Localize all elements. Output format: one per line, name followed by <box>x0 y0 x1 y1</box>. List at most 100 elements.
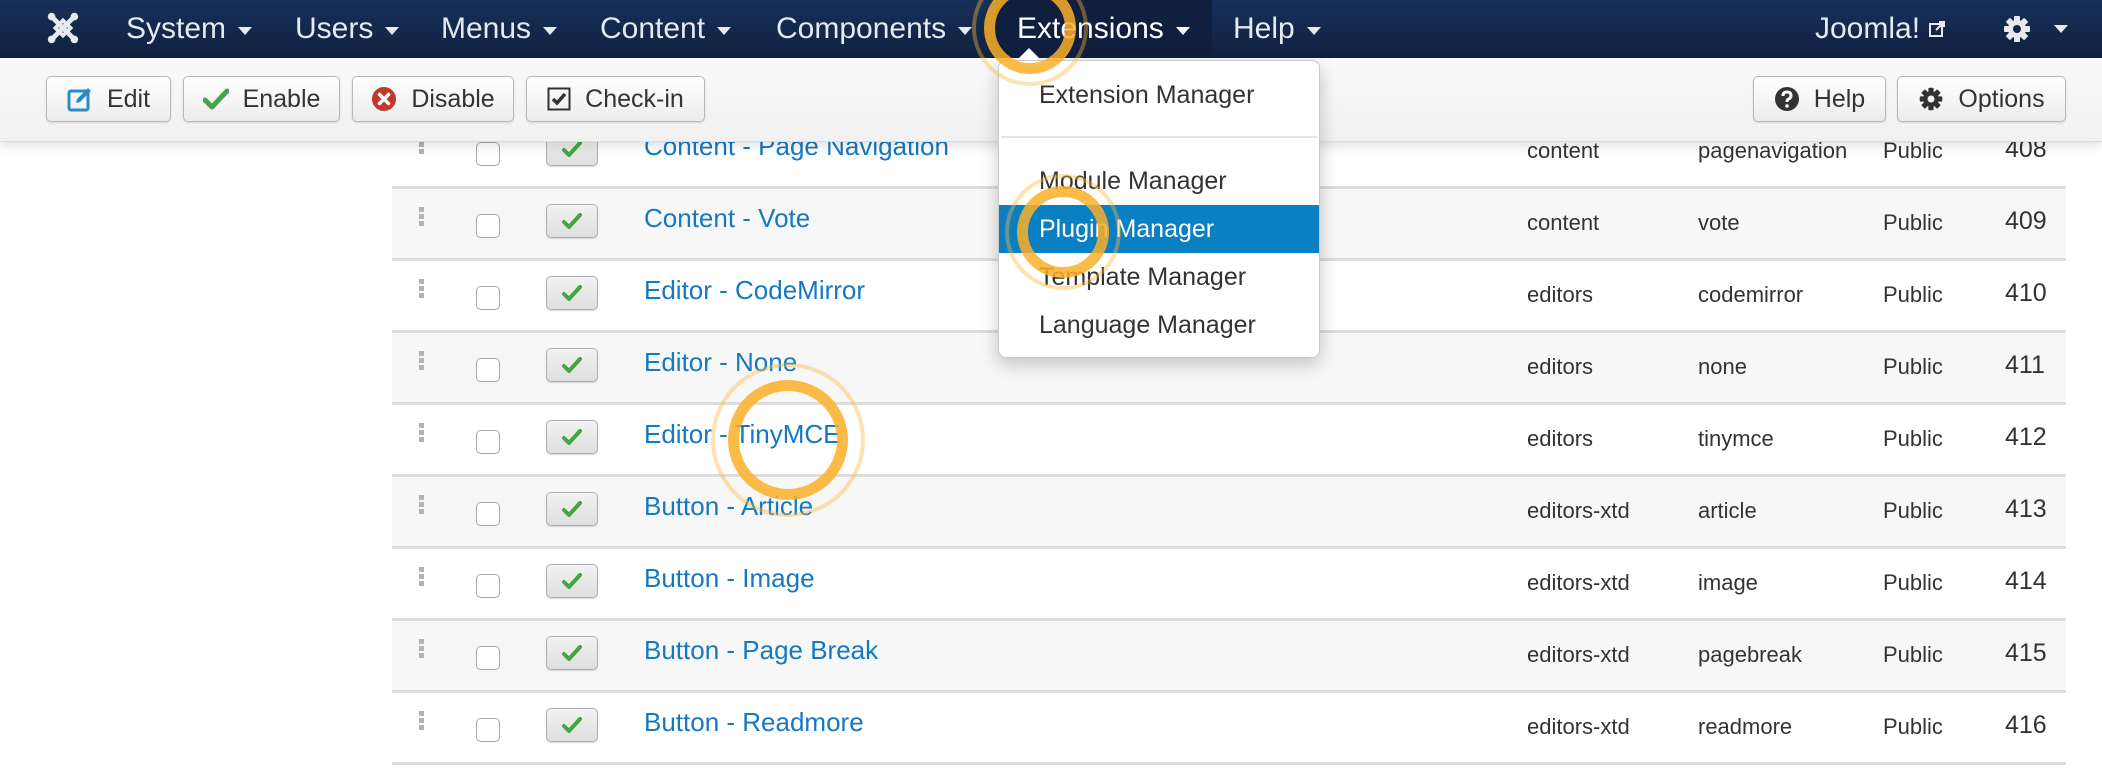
plugin-folder: editors <box>1527 354 1594 379</box>
nav-system[interactable]: System <box>126 0 253 58</box>
plugin-id: 413 <box>2005 495 2047 523</box>
plugin-name-link[interactable]: Editor - TinyMCE <box>644 419 841 450</box>
plugin-folder: editors-xtd <box>1527 714 1630 739</box>
gear-icon <box>2004 16 2030 42</box>
check-icon <box>562 429 582 445</box>
nav-components[interactable]: Components <box>776 0 973 58</box>
menu-item-language-manager[interactable]: Language Manager <box>999 301 1319 349</box>
plugin-name-link[interactable]: Button - Article <box>644 491 813 522</box>
plugin-id: 410 <box>2005 279 2047 307</box>
enabled-toggle-button[interactable] <box>546 708 598 742</box>
drag-handle-icon[interactable] <box>419 495 424 515</box>
help-button[interactable]: Help <box>1753 76 1886 122</box>
enabled-toggle-button[interactable] <box>546 348 598 382</box>
plugin-id: 415 <box>2005 639 2047 667</box>
enabled-toggle-button[interactable] <box>546 492 598 526</box>
menu-item-plugin-manager[interactable]: Plugin Manager <box>999 205 1319 253</box>
check-in-button[interactable]: Check-in <box>526 76 705 122</box>
plugin-access: Public <box>1883 570 1943 595</box>
drag-handle-icon[interactable] <box>419 423 424 443</box>
plugin-element: readmore <box>1698 714 1793 739</box>
drag-handle-icon[interactable] <box>419 351 424 371</box>
row-checkbox[interactable] <box>476 358 500 382</box>
plugin-access: Public <box>1883 642 1943 667</box>
plugin-name-link[interactable]: Button - Readmore <box>644 707 864 738</box>
drag-handle-icon[interactable] <box>419 279 424 299</box>
nav-menus[interactable]: Menus <box>441 0 558 58</box>
row-checkbox[interactable] <box>476 646 500 670</box>
enable-button-label: Enable <box>242 84 321 113</box>
plugin-id: 409 <box>2005 207 2047 235</box>
menu-divider <box>1001 136 1317 138</box>
external-link-icon <box>1929 21 1946 37</box>
nav-help-label: Help <box>1233 12 1295 45</box>
nav-menus-label: Menus <box>441 12 532 45</box>
drag-handle-icon[interactable] <box>419 567 424 587</box>
close-circle-icon <box>372 87 397 111</box>
row-checkbox[interactable] <box>476 430 500 454</box>
check-icon <box>562 141 582 157</box>
options-button[interactable]: Options <box>1897 76 2066 122</box>
menu-item-module-manager[interactable]: Module Manager <box>999 157 1319 205</box>
plugin-access: Public <box>1883 426 1943 451</box>
plugin-id: 416 <box>2005 711 2047 739</box>
caret-down-icon <box>2054 25 2068 33</box>
enabled-toggle-button[interactable] <box>546 204 598 238</box>
checkbox-icon <box>547 87 571 111</box>
disable-button[interactable]: Disable <box>352 76 514 122</box>
drag-handle-icon[interactable] <box>419 711 424 731</box>
plugin-name-link[interactable]: Editor - CodeMirror <box>644 275 865 306</box>
row-checkbox[interactable] <box>476 142 500 166</box>
check-icon <box>562 357 582 373</box>
row-checkbox[interactable] <box>476 574 500 598</box>
caret-down-icon <box>385 26 400 35</box>
caret-down-icon <box>1175 26 1190 35</box>
enable-button[interactable]: Enable <box>183 76 340 122</box>
menu-item-label: Module Manager <box>1039 166 1227 195</box>
check-icon <box>202 88 229 110</box>
row-checkbox[interactable] <box>476 502 500 526</box>
site-link[interactable]: Joomla! <box>1815 0 1946 58</box>
menu-item-label: Extension Manager <box>1039 80 1255 109</box>
check-icon <box>562 501 582 517</box>
plugin-access: Public <box>1883 210 1943 235</box>
menu-item-label: Plugin Manager <box>1039 214 1215 243</box>
caret-down-icon <box>543 26 558 35</box>
plugin-access: Public <box>1883 354 1943 379</box>
plugin-access: Public <box>1883 714 1943 739</box>
plugin-folder: editors <box>1527 282 1594 307</box>
plugin-name-link[interactable]: Content - Vote <box>644 203 810 234</box>
row-checkbox[interactable] <box>476 214 500 238</box>
drag-handle-icon[interactable] <box>419 639 424 659</box>
table-row: Button - Readmore editors-xtd readmore P… <box>392 693 2066 765</box>
enabled-toggle-button[interactable] <box>546 420 598 454</box>
edit-button[interactable]: Edit <box>46 76 171 122</box>
enabled-toggle-button[interactable] <box>546 564 598 598</box>
plugin-name-link[interactable]: Editor - None <box>644 347 797 378</box>
nav-help[interactable]: Help <box>1233 0 1321 58</box>
plugin-element: tinymce <box>1698 426 1774 451</box>
nav-components-label: Components <box>776 12 947 45</box>
caret-down-icon <box>238 26 253 35</box>
plugin-folder: editors <box>1527 426 1594 451</box>
drag-handle-icon[interactable] <box>419 207 424 227</box>
nav-users[interactable]: Users <box>295 0 400 58</box>
gear-icon <box>1920 87 1943 111</box>
enabled-toggle-button[interactable] <box>546 276 598 310</box>
row-checkbox[interactable] <box>476 286 500 310</box>
plugin-name-link[interactable]: Button - Image <box>644 563 815 594</box>
plugin-name-link[interactable]: Button - Page Break <box>644 635 878 666</box>
menu-item-template-manager[interactable]: Template Manager <box>999 253 1319 301</box>
settings-menu[interactable] <box>2002 0 2068 58</box>
nav-content[interactable]: Content <box>600 0 732 58</box>
menu-item-extension-manager[interactable]: Extension Manager <box>999 71 1319 119</box>
joomla-logo-icon[interactable] <box>44 9 82 47</box>
row-checkbox[interactable] <box>476 718 500 742</box>
plugin-access: Public <box>1883 498 1943 523</box>
check-icon <box>562 717 582 733</box>
plugin-folder: editors-xtd <box>1527 498 1630 523</box>
caret-down-icon <box>958 26 973 35</box>
disable-button-label: Disable <box>411 84 495 113</box>
enabled-toggle-button[interactable] <box>546 636 598 670</box>
edit-icon <box>67 88 91 112</box>
